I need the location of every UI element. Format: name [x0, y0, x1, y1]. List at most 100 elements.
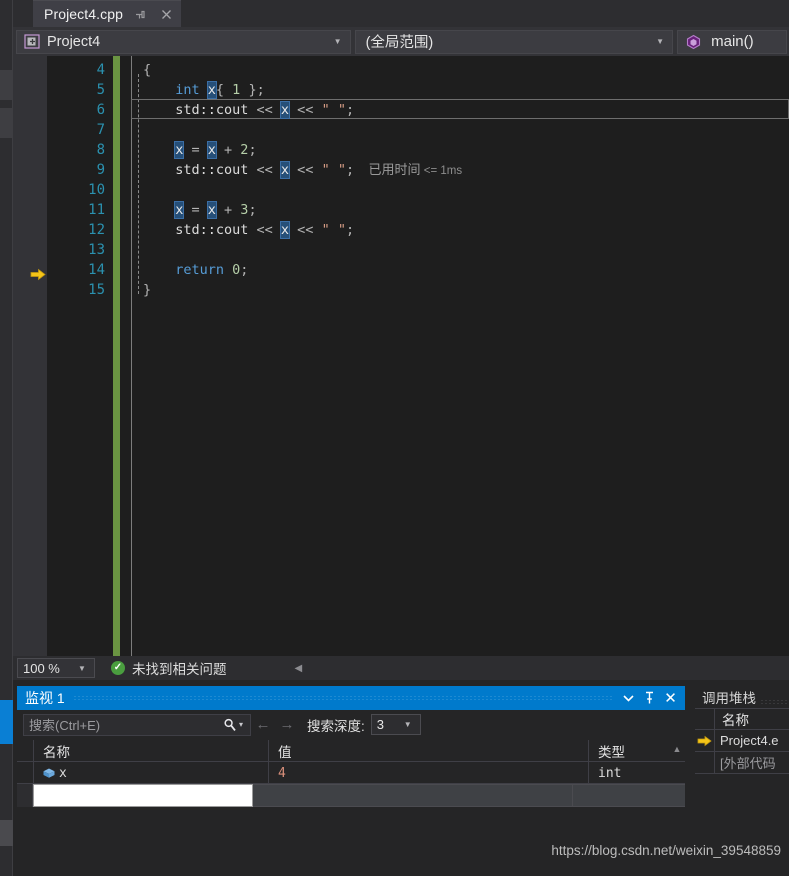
status-badge[interactable]: ✓ 未找到相关问题 [111, 658, 227, 678]
search-input[interactable]: 搜索(Ctrl+E) ▾ [23, 713, 251, 736]
code-line-text: std::cout << x << " "; [175, 100, 354, 120]
chevron-down-icon[interactable]: ▼ [652, 37, 668, 46]
table-row[interactable]: x 4 int [17, 762, 685, 784]
dock-tab-stub-2[interactable] [0, 108, 13, 138]
code-line[interactable]: 9 std::cout << x << " "; 已用时间 <= 1ms [13, 160, 789, 281]
member-dropdown[interactable]: main() [677, 29, 787, 54]
chevron-down-icon[interactable] [618, 686, 639, 710]
elapsed-time-value: <= 1ms [420, 165, 463, 177]
close-icon[interactable]: ✕ [660, 686, 681, 710]
call-stack-row[interactable]: Project4.e [695, 730, 789, 752]
code-line[interactable]: 11 x = x + 3; [13, 200, 789, 220]
function-scope-dropdown[interactable]: (全局范围) ▼ [354, 29, 674, 54]
code-line[interactable]: 13 [13, 240, 789, 260]
code-token: { [215, 82, 233, 98]
project-scope-dropdown[interactable]: Project4 ▼ [16, 29, 351, 54]
highlighted-identifier: x [206, 141, 217, 159]
code-line[interactable]: 7 [13, 120, 789, 140]
watch-table-header: 名称 值 类型 ▲ [17, 740, 685, 762]
line-number: 6 [96, 102, 105, 118]
current-frame-arrow-icon [695, 730, 715, 751]
line-number: 10 [88, 182, 105, 198]
dock-tab-stub-4[interactable] [0, 820, 13, 846]
watch-row-value[interactable]: 4 [269, 762, 589, 784]
navigation-bar: Project4 ▼ (全局范围) ▼ main() [13, 27, 789, 56]
code-token: << [256, 162, 281, 178]
code-editor[interactable]: 4{5 int x{ 1 }; 6 std::cout << x << " "; 7 8 x… [13, 56, 789, 656]
dock-tab-stub-active[interactable] [0, 700, 13, 744]
search-options-dropdown-icon[interactable]: ▾ [239, 720, 250, 729]
code-line[interactable]: 6 std::cout << x << " "; [13, 100, 789, 120]
scope-name: (全局范围) [365, 35, 434, 51]
code-token: std::cout [175, 162, 257, 178]
elapsed-time-hint: 已用时间 <= 1ms [369, 160, 463, 181]
line-number: 11 [88, 202, 105, 218]
chevron-down-icon[interactable]: ▼ [400, 720, 416, 729]
pin-icon[interactable] [128, 3, 150, 25]
row-gutter [695, 752, 715, 773]
method-icon [683, 33, 703, 50]
watch-new-expression-input[interactable] [33, 784, 253, 807]
code-token: ; [248, 142, 257, 158]
code-line-text: x = x + 3; [174, 200, 257, 220]
code-line[interactable]: 12 std::cout << x << " "; [13, 220, 789, 240]
call-stack-frame-name: Project4.e [720, 733, 779, 748]
code-token: << [289, 162, 322, 178]
call-stack-titlebar[interactable]: 调用堆栈 [695, 682, 789, 708]
zoom-level-dropdown[interactable]: 100 % ▼ [17, 658, 95, 678]
code-line-text: x = x + 2; [174, 140, 257, 160]
line-number: 9 [96, 162, 105, 178]
code-token: ; [345, 102, 355, 118]
chevron-down-icon[interactable]: ▼ [330, 37, 346, 46]
highlighted-identifier: x [206, 201, 217, 219]
column-header-type[interactable]: 类型 [589, 740, 669, 762]
highlighted-identifier: x [279, 101, 291, 119]
code-token: << [289, 102, 322, 118]
call-stack-row[interactable]: [外部代码 [695, 752, 789, 774]
dock-tab-stub-1[interactable] [0, 70, 13, 100]
variable-icon [42, 767, 59, 780]
new-row-gutter [17, 784, 33, 807]
code-line[interactable]: 15} [13, 280, 789, 300]
code-line[interactable]: 8 x = x + 2; [13, 140, 789, 160]
search-depth-dropdown[interactable]: 3 ▼ [370, 714, 421, 735]
watch-toolbar: 搜索(Ctrl+E) ▾ ← → 搜索深度: 3 ▼ [17, 711, 685, 738]
search-placeholder: 搜索(Ctrl+E) [29, 718, 101, 733]
tab-bar-empty-area [199, 0, 789, 27]
code-token: ; [248, 202, 257, 218]
titlebar-drag-handle[interactable] [65, 686, 618, 710]
code-text-area[interactable]: 4{5 int x{ 1 }; 6 std::cout << x << " "; 7 8 x… [13, 56, 789, 656]
code-token: " " [321, 162, 346, 178]
code-token: = [183, 142, 208, 158]
titlebar-drag-handle[interactable] [756, 686, 789, 708]
pin-icon[interactable] [639, 686, 660, 710]
scroll-up-icon[interactable]: ▲ [669, 740, 685, 761]
search-icon[interactable] [220, 718, 239, 732]
code-line[interactable]: 10 [13, 180, 789, 200]
watch-new-row[interactable] [17, 784, 685, 807]
highlighted-identifier: x [279, 221, 291, 239]
collapse-icon[interactable]: ◀ [295, 663, 303, 674]
tab-project4-cpp[interactable]: Project4.cpp [33, 0, 182, 27]
code-line[interactable]: 5 int x{ 1 }; [13, 80, 789, 100]
watch-row-name[interactable]: x [33, 762, 269, 784]
column-header-value[interactable]: 值 [269, 740, 589, 762]
watch-variable-name: x [59, 765, 67, 781]
search-previous-button[interactable]: ← [251, 716, 275, 733]
code-line[interactable]: 14 return 0; [13, 260, 789, 280]
watch-panel-titlebar[interactable]: 监视 1 ✕ [17, 686, 685, 710]
close-icon[interactable] [155, 3, 177, 25]
highlighted-identifier: x [279, 161, 291, 179]
code-token: ; [345, 222, 355, 238]
code-token: << [256, 102, 281, 118]
code-line[interactable]: 4{ [13, 60, 789, 80]
chevron-down-icon[interactable]: ▼ [74, 664, 90, 673]
column-header-name[interactable]: 名称 [715, 709, 789, 729]
project-name: Project4 [47, 33, 101, 50]
code-token: std::cout [175, 102, 257, 118]
code-token: { [143, 62, 152, 78]
code-token: std::cout [175, 222, 257, 238]
column-header-name[interactable]: 名称 [33, 740, 269, 762]
search-next-button[interactable]: → [275, 716, 299, 733]
